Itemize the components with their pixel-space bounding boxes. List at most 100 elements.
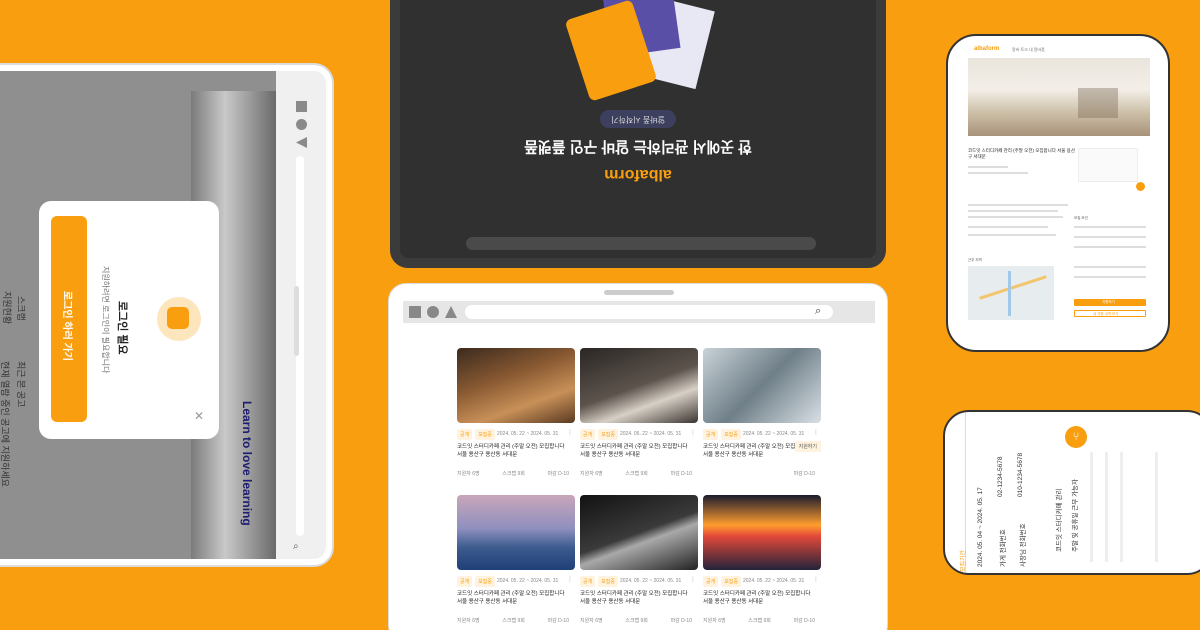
start-button[interactable]: 알바폼 시작하기: [600, 110, 676, 128]
scrap-count: 스크랩 9회: [625, 618, 648, 624]
description-line: [968, 210, 1058, 212]
info-box: [1078, 148, 1138, 182]
more-icon[interactable]: ⋮: [690, 429, 696, 436]
applicant-count: 지원자 6명: [457, 471, 480, 477]
square-icon[interactable]: [409, 306, 421, 318]
job-card[interactable]: 공개 모집중 2024. 05. 22 ~ 2024. 05. 31 ⋮ 코드잇…: [457, 348, 575, 488]
job-card[interactable]: 공개 모집중 2024. 05. 22 ~ 2024. 05. 31 ⋮ 코드잇…: [580, 495, 698, 630]
go-login-label: 로그인 하러 가기: [61, 291, 72, 361]
more-icon[interactable]: ⋮: [813, 576, 819, 583]
search-icon[interactable]: ⌕: [293, 541, 299, 552]
job-card-title[interactable]: 코드잇 스터디카페 관리 (주말 오전) 모집합니다 서울 용산구 용산동 서대…: [703, 590, 815, 606]
modal-title: 로그인 필요: [116, 301, 128, 355]
job-card[interactable]: 공개 모집중 2024. 05. 22 ~ 2024. 05. 31 ⋮ 코드잇…: [580, 348, 698, 488]
left-tablet-toolbar: ⌕: [276, 71, 326, 559]
share-icon[interactable]: ⑂: [1065, 426, 1087, 448]
close-icon[interactable]: ✕: [194, 409, 204, 423]
body-lines: [1155, 452, 1158, 562]
scrap-count: 스크랩 9회: [625, 471, 648, 477]
sidebar-item-applications[interactable]: 지원현황: [1, 291, 14, 324]
job-card-image[interactable]: [457, 348, 575, 423]
more-icon[interactable]: ⋮: [690, 576, 696, 583]
square-icon[interactable]: [296, 101, 307, 112]
job-card-tags: 공개 모집중: [580, 429, 619, 440]
deadline: 마감 D-10: [793, 618, 815, 624]
job-card-image[interactable]: [580, 348, 698, 423]
status-badge: 모집중: [598, 429, 619, 440]
scrap-count: 스크랩 9회: [748, 618, 771, 624]
condition-row: [1074, 276, 1146, 278]
browser-bar: ⌕: [403, 301, 875, 323]
status-badge: 모집중: [475, 576, 496, 587]
more-icon[interactable]: ⋮: [567, 429, 573, 436]
map-heading: 근무 지역: [968, 258, 982, 262]
scrap-count: 스크랩 9회: [502, 618, 525, 624]
job-card-date: 2024. 05. 22 ~ 2024. 05. 31: [743, 431, 805, 437]
job-card-title[interactable]: 코드잇 스터디카페 관리 (주말 오전) 모집합니다 서울 용산구 용산동 서대…: [580, 590, 692, 606]
scrollbar[interactable]: [294, 286, 299, 356]
triangle-icon[interactable]: [445, 306, 457, 318]
post-body-line: 주말 및 공휴일 근무 가능자: [1072, 478, 1079, 552]
sidebar-item-recent[interactable]: 최근 본 공고: [15, 361, 28, 407]
condition-row: [1074, 226, 1146, 228]
sidebar-item-scrap[interactable]: 스크랩: [15, 296, 28, 321]
deadline: 마감 D-10: [670, 471, 692, 477]
circle-icon[interactable]: [296, 119, 307, 130]
owner-phone-label: 사장님 전화번호: [1020, 523, 1027, 567]
apply-button[interactable]: 지원하기: [1074, 299, 1146, 306]
modal-subtitle: 지원하려면 로그인이 필요합니다: [101, 266, 110, 374]
job-card-date: 2024. 05. 22 ~ 2024. 05. 31: [497, 578, 559, 584]
job-card[interactable]: 공개 모집중 2024. 05. 22 ~ 2024. 05. 31 ⋮ 코드잇…: [703, 348, 821, 488]
triangle-icon[interactable]: [296, 137, 307, 148]
job-card-title[interactable]: 코드잇 스터디카페 관리 (주말 오전) 모집합니다 서울 용산구 용산동 서대…: [457, 443, 569, 459]
status-badge: 공개: [703, 576, 719, 587]
circle-icon[interactable]: [427, 306, 439, 318]
store-photo: [968, 58, 1150, 136]
go-login-button[interactable]: 로그인 하러 가기: [51, 216, 87, 422]
description-line: [968, 204, 1068, 206]
status-badge: 공개: [703, 429, 719, 440]
body-lines: [1105, 452, 1108, 562]
job-card-meta: 지원자 6명 스크랩 9회 마감 D-10: [703, 617, 815, 624]
landing-logo: albaform: [604, 166, 672, 183]
status-badge: 모집중: [721, 429, 742, 440]
sidebar-hint: 현재 열람 중인 공고에 지원하세요: [0, 361, 10, 487]
search-icon[interactable]: ⌕: [815, 305, 821, 318]
apply-badge[interactable]: 지원하기: [794, 441, 821, 452]
job-card-tags: 공개 모집중: [580, 576, 619, 587]
address-bar[interactable]: [466, 237, 816, 250]
job-card-image[interactable]: [580, 495, 698, 570]
description-line: [968, 234, 1056, 236]
status-badge: 공개: [457, 576, 473, 587]
more-icon[interactable]: ⋮: [813, 429, 819, 436]
job-card-tags: 공개 모집중: [703, 576, 742, 587]
description-line: [968, 226, 1048, 228]
job-card-image[interactable]: [703, 495, 821, 570]
left-tablet: Learn to love learning 스크랩 지원현황 최근 본 공고 …: [0, 65, 332, 565]
deadline: 마감 D-10: [670, 618, 692, 624]
job-card-image[interactable]: [457, 495, 575, 570]
login-modal: 로그인 하러 가기 지원하려면 로그인이 필요합니다 로그인 필요 ✕: [39, 201, 219, 439]
description-line: [968, 216, 1063, 218]
job-card-meta: 지원자 6명 스크랩 9회 마감 D-10: [457, 617, 569, 624]
job-card[interactable]: 공개 모집중 2024. 05. 22 ~ 2024. 05. 31 ⋮ 코드잇…: [703, 495, 821, 630]
job-card[interactable]: 공개 모집중 2024. 05. 22 ~ 2024. 05. 31 ⋮ 코드잇…: [457, 495, 575, 630]
my-applications-label: 내 지원 내역 보기: [1093, 312, 1119, 316]
deadline: 마감 D-10: [547, 471, 569, 477]
location-map[interactable]: [968, 266, 1054, 320]
conditions-heading: 모집 조건: [1074, 216, 1088, 220]
job-card-image[interactable]: [703, 348, 821, 423]
hero-illustration: [564, 0, 716, 102]
address-bar[interactable]: [465, 305, 833, 319]
status-badge: 공개: [457, 429, 473, 440]
body-lines: [1090, 452, 1093, 562]
nav-links[interactable]: 알바 토크 내 알바폼: [1012, 47, 1045, 53]
more-icon[interactable]: ⋮: [567, 576, 573, 583]
my-applications-button[interactable]: 내 지원 내역 보기: [1074, 310, 1146, 317]
brand-logo[interactable]: albaform: [974, 46, 999, 52]
status-badge: 모집중: [721, 576, 742, 587]
job-card-title[interactable]: 코드잇 스터디카페 관리 (주말 오전) 모집합니다 서울 용산구 용산동 서대…: [457, 590, 569, 606]
photo-caption: Learn to love learning: [240, 401, 254, 526]
job-card-title[interactable]: 코드잇 스터디카페 관리 (주말 오전) 모집합니다 서울 용산구 용산동 서대…: [580, 443, 692, 459]
scroll-top-button[interactable]: [1136, 182, 1145, 191]
